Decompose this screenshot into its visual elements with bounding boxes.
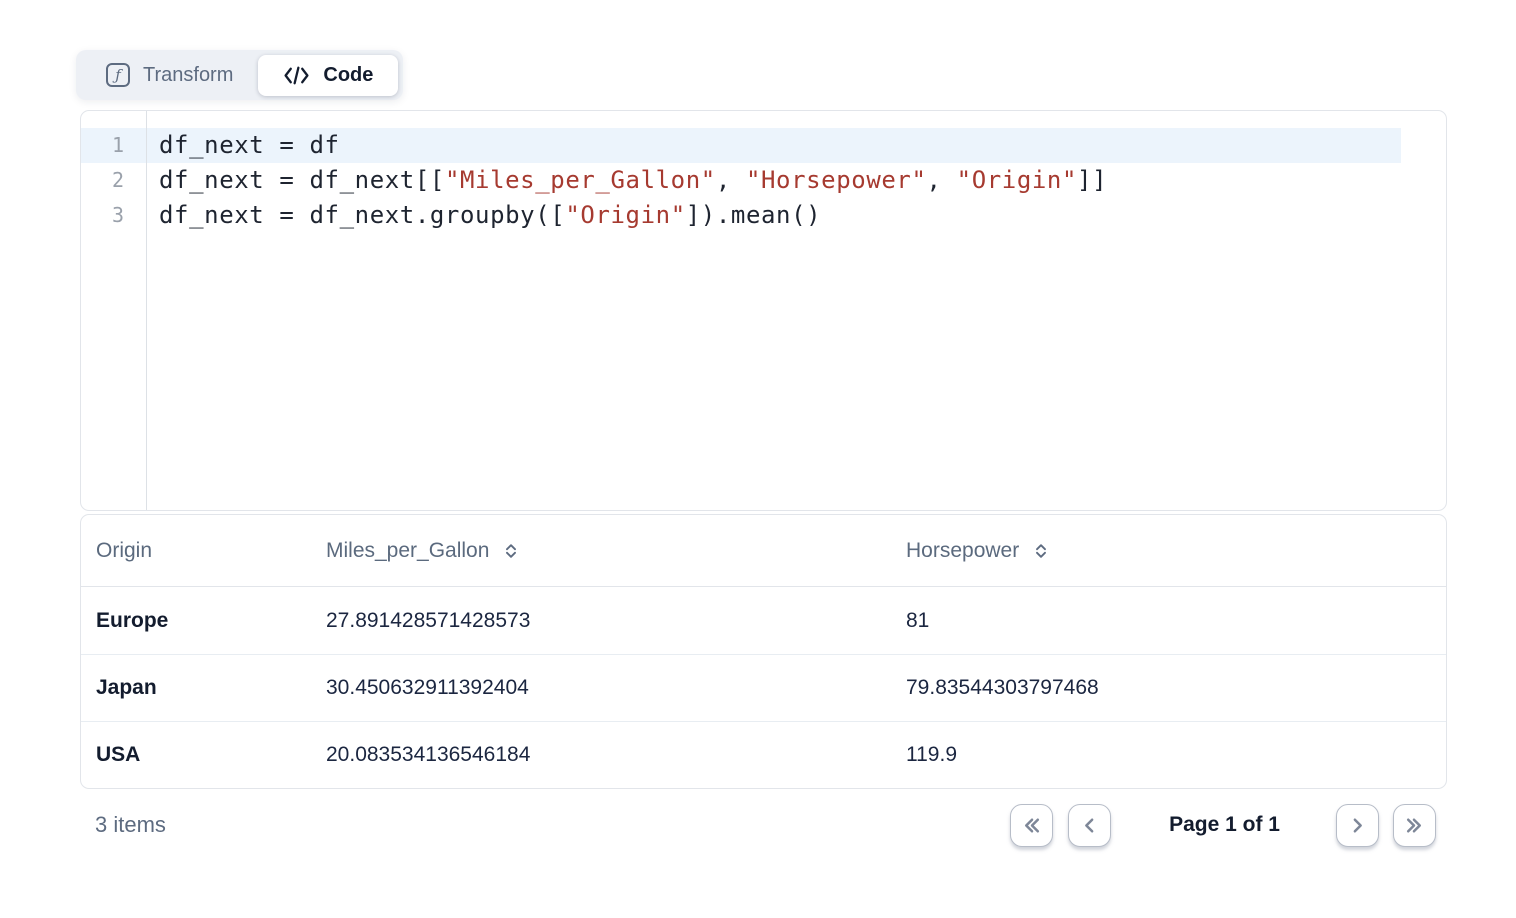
cell-miles-per-gallon: 20.083534136546184 (326, 743, 906, 767)
code-editor[interactable]: 1df_next = df2df_next = df_next[["Miles_… (80, 110, 1447, 511)
code-line[interactable]: 1 df_next = df (81, 128, 1401, 163)
column-label: Horsepower (906, 539, 1019, 563)
cell-origin: Japan (96, 676, 326, 700)
code-text: df_next = df_next.groupby(["Origin"]).me… (146, 198, 821, 233)
tab-transform[interactable]: ƒ Transform (81, 55, 258, 96)
cell-miles-per-gallon: 27.891428571428573 (326, 609, 906, 633)
cell-horsepower: 79.83544303797468 (906, 676, 1431, 700)
table-body: Europe27.89142857142857381Japan30.450632… (81, 587, 1446, 788)
code-text: df_next = df_next[["Miles_per_Gallon", "… (146, 163, 1107, 198)
previous-page-icon (1079, 815, 1100, 836)
column-label: Origin (96, 539, 152, 563)
cell-miles-per-gallon: 30.450632911392404 (326, 676, 906, 700)
column-header-horsepower[interactable]: Horsepower (906, 539, 1431, 563)
pager-back-buttons (1010, 804, 1111, 847)
code-token: , (716, 166, 746, 194)
code-string-token: "Origin" (565, 201, 685, 229)
table-row: USA20.083534136546184119.9 (81, 721, 1446, 788)
next-page-icon (1347, 815, 1368, 836)
table-row: Europe27.89142857142857381 (81, 587, 1446, 654)
code-string-token: "Horsepower" (746, 166, 927, 194)
code-token: df_next = df (159, 131, 340, 159)
table-row: Japan30.45063291139240479.83544303797468 (81, 654, 1446, 721)
code-token: ]] (1077, 166, 1107, 194)
code-string-token: "Miles_per_Gallon" (445, 166, 716, 194)
code-token: df_next = df_next.groupby([ (159, 201, 565, 229)
sort-updown-icon[interactable] (504, 541, 518, 561)
column-header-miles-per-gallon[interactable]: Miles_per_Gallon (326, 539, 906, 563)
code-token: df_next = df_next[[ (159, 166, 445, 194)
line-number: 2 (81, 163, 146, 198)
previous-page-button[interactable] (1068, 804, 1111, 847)
table-header-row: Origin Miles_per_Gallon Horsepower (81, 515, 1446, 587)
code-token: , (927, 166, 957, 194)
app-root: ƒ Transform Code 1df_next = df2df_next =… (0, 0, 1516, 918)
last-page-button[interactable] (1393, 804, 1436, 847)
table-footer: 3 items Page (80, 803, 1447, 847)
tab-code-label: Code (323, 64, 373, 87)
cell-horsepower: 119.9 (906, 743, 1431, 767)
line-number: 3 (81, 198, 146, 233)
tab-code[interactable]: Code (258, 55, 398, 96)
pagination: Page 1 of 1 (1010, 804, 1436, 847)
code-text: df_next = df (146, 128, 340, 163)
items-count: 3 items (95, 812, 166, 838)
cell-horsepower: 81 (906, 609, 1431, 633)
view-tabbar: ƒ Transform Code (76, 50, 403, 100)
function-icon: ƒ (106, 63, 130, 87)
code-line[interactable]: 2df_next = df_next[["Miles_per_Gallon", … (81, 163, 1401, 198)
code-brackets-icon (283, 65, 310, 86)
tab-transform-label: Transform (143, 64, 233, 87)
code-token: ]).mean() (686, 201, 821, 229)
cell-origin: Europe (96, 609, 326, 633)
page-status: Page 1 of 1 (1169, 813, 1280, 837)
result-table: Origin Miles_per_Gallon Horsepower (80, 514, 1447, 789)
first-page-button[interactable] (1010, 804, 1053, 847)
column-header-origin: Origin (96, 539, 326, 563)
next-page-button[interactable] (1336, 804, 1379, 847)
first-page-icon (1021, 815, 1042, 836)
sort-updown-icon[interactable] (1034, 541, 1048, 561)
code-line[interactable]: 3df_next = df_next.groupby(["Origin"]).m… (81, 198, 1401, 233)
pager-forward-buttons (1336, 804, 1436, 847)
line-number: 1 (81, 128, 146, 163)
cell-origin: USA (96, 743, 326, 767)
column-label: Miles_per_Gallon (326, 539, 489, 563)
last-page-icon (1404, 815, 1425, 836)
code-string-token: "Origin" (957, 166, 1077, 194)
